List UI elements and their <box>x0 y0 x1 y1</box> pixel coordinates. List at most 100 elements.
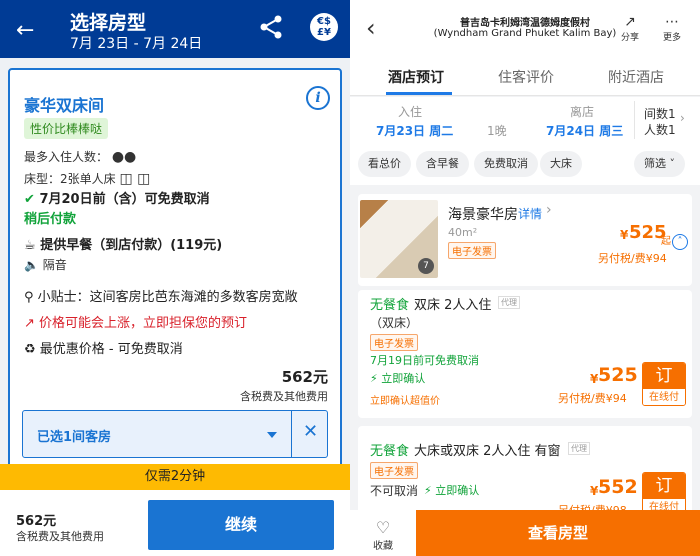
price-suffix: 起 <box>661 236 671 247</box>
invoice-tag: 电子发票 <box>370 334 418 351</box>
room-tax: 另付税/费¥94 <box>598 252 667 265</box>
currency-icon[interactable]: €$ £¥ <box>310 13 338 41</box>
tab-underline <box>386 92 452 95</box>
lightning-icon: ⚡ <box>370 372 378 385</box>
photo-count: 7 <box>418 258 434 274</box>
divider <box>634 101 635 139</box>
share-icon: ↗ <box>624 14 636 30</box>
offer-card[interactable]: 无餐食 大床或双床 2人入住 有窗 代理 电子发票 不可取消 ⚡ 立即确认 ¥ … <box>358 426 692 517</box>
favorite-label: 收藏 <box>373 541 393 552</box>
offer-price: 552 <box>598 476 638 498</box>
chevron-right-icon: › <box>680 111 685 125</box>
offer-card[interactable]: 无餐食 双床 2人入住 代理 （双床） 电子发票 7月19日前可免费取消 ⚡ 立… <box>358 290 692 418</box>
pay-online-label: 在线付 <box>643 389 685 405</box>
room-price: 562元 <box>281 368 328 386</box>
filter-free-cancel[interactable]: 免费取消 <box>474 151 538 177</box>
filter-king-bed[interactable]: 大床 <box>540 151 582 177</box>
book-label: 订 <box>643 473 685 499</box>
breakfast: ☕ 提供早餐（到店付款）(119元) <box>24 234 222 253</box>
timer-banner: 仅需2分钟 <box>0 464 350 495</box>
right-screen: ‹ 普吉岛卡利姆湾温德姆度假村 (Wyndham Grand Phuket Ka… <box>350 0 700 556</box>
coffee-icon: ☕ <box>24 238 36 253</box>
breakfast-text: 提供早餐（到店付款）(119元) <box>40 238 223 253</box>
tab-booking[interactable]: 酒店预订 <box>388 67 444 87</box>
more-action[interactable]: ⋯ 更多 <box>658 14 686 43</box>
filter-button[interactable]: 筛选 ˅ <box>634 151 685 177</box>
chevron-down-icon[interactable] <box>267 432 277 438</box>
offer-bed: （双床） <box>370 316 419 330</box>
book-button[interactable]: 订 在线付 <box>642 362 686 406</box>
agent-tag: 代理 <box>568 442 590 455</box>
collapse-icon[interactable]: ˄ <box>672 234 688 250</box>
rooms-count: 间数1 <box>644 107 676 121</box>
tab-nearby[interactable]: 附近酒店 <box>608 67 664 87</box>
footer-price-sub: 含税费及其他费用 <box>16 530 104 543</box>
offer-tax: 另付税/费¥94 <box>558 392 627 405</box>
share-icon[interactable] <box>258 14 284 40</box>
offer-title: 双床 2人入住 <box>414 298 492 313</box>
share-action[interactable]: ↗ 分享 <box>616 14 644 43</box>
checkin-label: 入住 <box>398 105 423 119</box>
check-icon: ✔ <box>24 192 35 207</box>
filter-total-price[interactable]: 看总价 <box>358 151 411 177</box>
room-select-box: 已选1间客房 ✕ <box>22 410 328 458</box>
info-icon[interactable]: i <box>306 86 330 110</box>
share-label: 分享 <box>620 33 639 43</box>
offer-price: 525 <box>598 364 638 386</box>
back-arrow-icon[interactable]: ← <box>16 18 34 43</box>
agent-tag: 代理 <box>498 296 520 309</box>
soundproof-text: 隔音 <box>42 258 67 272</box>
room-name: 海景豪华房 <box>448 207 518 223</box>
continue-button[interactable]: 继续 <box>148 500 334 550</box>
hotel-name-cn: 普吉岛卡利姆湾温德姆度假村 <box>460 18 590 29</box>
best-price-text: 最优惠价格 - 可免费取消 <box>39 342 183 357</box>
lightning-icon: ⚡ <box>424 484 432 497</box>
tab-bar: 酒店预订 住客评价 附近酒店 <box>350 58 700 96</box>
bed-icon: ◫ ◫ <box>119 171 151 187</box>
filter-breakfast[interactable]: 含早餐 <box>416 151 469 177</box>
room-name[interactable]: 豪华双床间 <box>24 92 104 116</box>
bed-label: 床型： <box>24 172 61 186</box>
guests-count: 人数1 <box>644 123 676 137</box>
room-card[interactable]: 7 海景豪华房 详情 › 40m² 电子发票 ¥ 525 起 另付税/费¥94 … <box>358 194 692 286</box>
favorite-button[interactable]: ♡ 收藏 <box>368 518 398 552</box>
room-select-text[interactable]: 已选1间客房 <box>37 426 111 445</box>
more-icon: ⋯ <box>665 14 679 30</box>
price-warning: ↗ 价格可能会上涨，立即担保您的预订 <box>24 312 247 331</box>
room-photo[interactable]: 7 <box>360 200 438 278</box>
right-header: ‹ 普吉岛卡利姆湾温德姆度假村 (Wyndham Grand Phuket Ka… <box>350 0 700 58</box>
best-price: ♻ 最优惠价格 - 可免费取消 <box>24 338 183 357</box>
confirm-info: ⚡ 立即确认 <box>424 482 479 498</box>
close-icon[interactable]: ✕ <box>303 421 318 442</box>
room-price-sub: 含税费及其他费用 <box>240 390 328 403</box>
tip-text: 小贴士：这间客房比芭东海滩的多数客房宽敞 <box>37 290 298 305</box>
invoice-tag: 电子发票 <box>448 242 496 259</box>
room-details-link[interactable]: 详情 <box>518 205 542 222</box>
value-badge: 性价比棒棒哒 <box>24 118 109 139</box>
trophy-icon: ♻ <box>24 342 36 357</box>
tab-reviews[interactable]: 住客评价 <box>498 67 554 87</box>
timer-text: 仅需2分钟 <box>144 469 206 484</box>
chevron-right-icon: › <box>546 202 552 218</box>
date-bar[interactable]: 入住 7月23日 周二 1晚 离店 7月24日 周三 间数1 人数1 › <box>350 97 700 147</box>
confirm-text: 立即确认 <box>435 484 480 497</box>
right-footer: ♡ 收藏 查看房型 <box>350 510 700 556</box>
currency-symbol: ¥ <box>620 228 629 242</box>
book-label: 订 <box>643 363 685 389</box>
checkin-date: 7月23日 周二 <box>376 124 454 138</box>
nights: 1晚 <box>487 124 507 138</box>
tip: ⚲ 小贴士：这间客房比芭东海滩的多数客房宽敞 <box>24 286 298 305</box>
people-icon: ●● <box>111 149 137 165</box>
invoice-tag: 电子发票 <box>370 462 418 479</box>
left-header: ← 选择房型 7月 23日 - 7月 24日 €$ £¥ <box>0 0 350 58</box>
filter-bar: 看总价 含早餐 免费取消 大床 筛选 ˅ <box>350 147 700 185</box>
free-cancel: ✔ 7月20日前（含）可免费取消 <box>24 188 210 207</box>
heart-icon: ♡ <box>375 518 391 537</box>
confirm-info: ⚡ 立即确认 <box>370 370 425 386</box>
trend-up-icon: ↗ <box>24 316 35 331</box>
view-rooms-button[interactable]: 查看房型 <box>416 510 700 556</box>
bed-type: 床型：2张单人床 ◫ ◫ <box>24 170 150 187</box>
price-warning-text: 价格可能会上涨，立即担保您的预订 <box>39 316 248 331</box>
speaker-icon: 🔈 <box>24 258 39 272</box>
checkout-label: 离店 <box>570 105 595 119</box>
